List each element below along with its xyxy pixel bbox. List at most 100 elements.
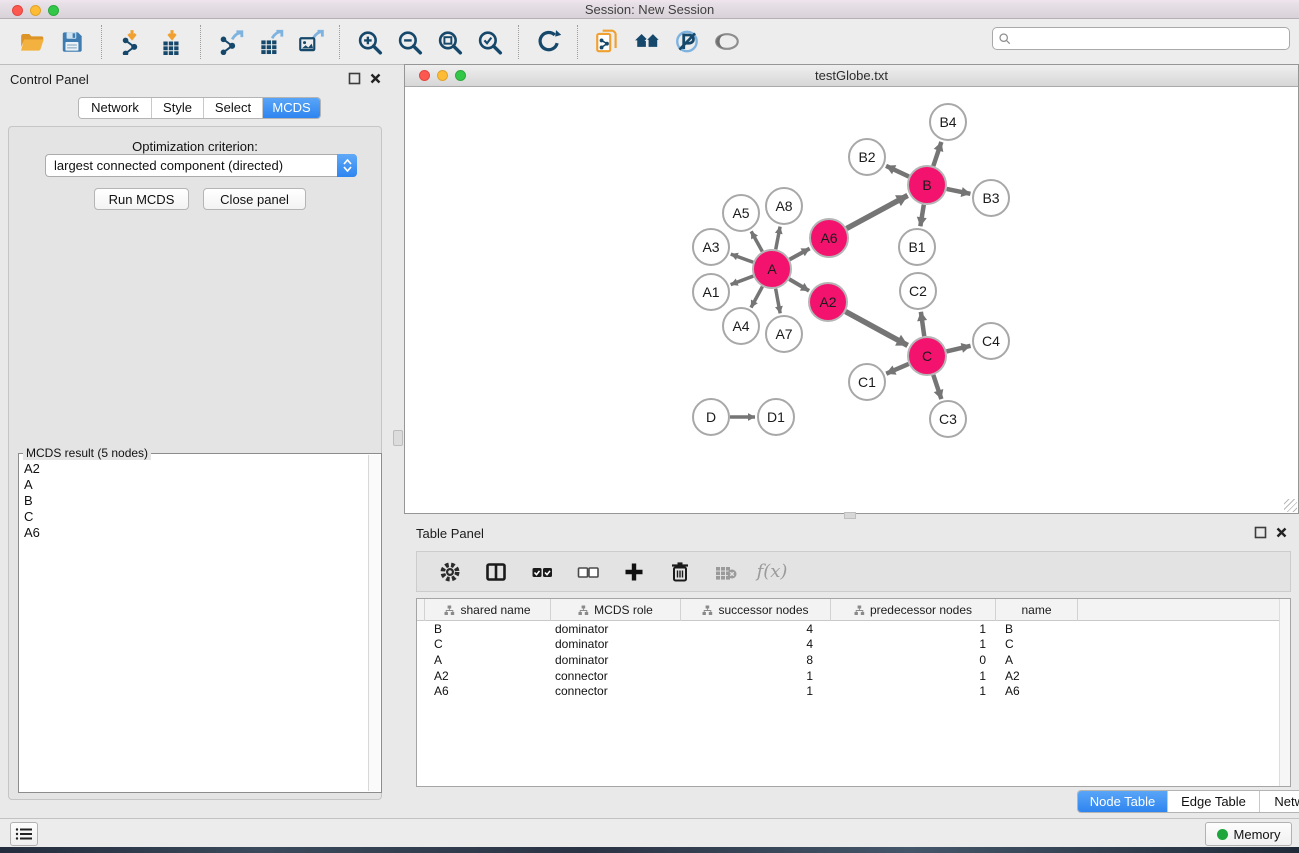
edge-A-A6[interactable] — [790, 249, 810, 260]
zoom-window-button[interactable] — [48, 5, 59, 16]
node-D[interactable]: D — [693, 399, 729, 435]
close-window-button[interactable] — [12, 5, 23, 16]
cell-MCDS-role[interactable]: connector — [551, 684, 681, 698]
zoom-selected-button[interactable] — [472, 25, 506, 59]
hide-selected-button[interactable] — [670, 25, 704, 59]
table-scrollbar[interactable] — [1279, 599, 1290, 786]
tab-style[interactable]: Style — [152, 98, 204, 118]
network-graph-canvas[interactable]: B4B2BB3A5A8A6B1A3AC2A1A2A4A7C4CC1DD1C3 — [405, 88, 1298, 513]
edge-A2-C[interactable] — [846, 312, 908, 346]
cell-predecessor-nodes[interactable]: 1 — [831, 637, 996, 651]
zoom-out-button[interactable] — [392, 25, 426, 59]
edge-A-A4[interactable] — [751, 287, 762, 308]
save-session-button[interactable] — [55, 25, 89, 59]
mcds-list-scrollbar[interactable] — [368, 455, 380, 791]
task-history-button[interactable] — [10, 822, 38, 846]
edge-A-A1[interactable] — [731, 276, 754, 285]
cell-predecessor-nodes[interactable]: 1 — [831, 622, 996, 636]
edge-A-A8[interactable] — [776, 227, 780, 250]
column-header-MCDS-role[interactable]: MCDS role — [551, 599, 681, 621]
mcds-result-item[interactable]: A2 — [24, 461, 365, 477]
node-C[interactable]: C — [908, 337, 946, 375]
import-table-button[interactable] — [154, 25, 188, 59]
cell-shared-name[interactable]: A — [425, 653, 551, 667]
node-D1[interactable]: D1 — [758, 399, 794, 435]
tab-select[interactable]: Select — [204, 98, 263, 118]
cell-shared-name[interactable]: C — [425, 637, 551, 651]
search-box[interactable] — [992, 27, 1290, 50]
node-B1[interactable]: B1 — [899, 229, 935, 265]
column-header-predecessor-nodes[interactable]: predecessor nodes — [831, 599, 996, 621]
cell-predecessor-nodes[interactable]: 1 — [831, 669, 996, 683]
node-A5[interactable]: A5 — [723, 195, 759, 231]
cell-predecessor-nodes[interactable]: 0 — [831, 653, 996, 667]
node-C1[interactable]: C1 — [849, 364, 885, 400]
zoom-in-button[interactable] — [352, 25, 386, 59]
node-A1[interactable]: A1 — [693, 274, 729, 310]
tab-node-table[interactable]: Node Table — [1078, 791, 1168, 812]
network-close-button[interactable] — [419, 70, 430, 81]
cell-name[interactable]: B — [996, 622, 1078, 636]
export-network-button[interactable] — [213, 25, 247, 59]
open-session-button[interactable] — [15, 25, 49, 59]
zoom-fit-button[interactable] — [432, 25, 466, 59]
cell-MCDS-role[interactable]: connector — [551, 669, 681, 683]
cell-name[interactable]: A6 — [996, 684, 1078, 698]
table-settings-button[interactable] — [433, 555, 467, 589]
node-C4[interactable]: C4 — [973, 323, 1009, 359]
first-neighbors-button[interactable] — [630, 25, 664, 59]
run-mcds-button[interactable]: Run MCDS — [94, 188, 189, 210]
edge-B-B4[interactable] — [933, 142, 941, 166]
memory-button[interactable]: Memory — [1205, 822, 1292, 846]
node-B[interactable]: B — [908, 166, 946, 204]
column-visibility-button[interactable] — [479, 555, 513, 589]
mcds-result-item[interactable]: A6 — [24, 525, 365, 541]
close-panel-button[interactable]: Close panel — [203, 188, 306, 210]
table-row[interactable]: A2connector11A2 — [417, 668, 1290, 684]
edge-A-A2[interactable] — [789, 279, 809, 291]
node-A4[interactable]: A4 — [723, 308, 759, 344]
node-A3[interactable]: A3 — [693, 229, 729, 265]
cell-successor-nodes[interactable]: 4 — [681, 637, 831, 651]
refresh-button[interactable] — [531, 25, 565, 59]
cell-successor-nodes[interactable]: 8 — [681, 653, 831, 667]
node-B3[interactable]: B3 — [973, 180, 1009, 216]
network-minimize-button[interactable] — [437, 70, 448, 81]
export-table-button[interactable] — [253, 25, 287, 59]
close-table-panel-button[interactable] — [1275, 526, 1288, 539]
cell-name[interactable]: A — [996, 653, 1078, 667]
cell-successor-nodes[interactable]: 4 — [681, 622, 831, 636]
edge-A-A3[interactable] — [731, 254, 753, 262]
edge-B-B2[interactable] — [886, 166, 909, 177]
add-column-button[interactable] — [617, 555, 651, 589]
float-table-panel-button[interactable] — [1254, 526, 1267, 539]
search-input[interactable] — [1015, 29, 1289, 48]
node-A[interactable]: A — [753, 250, 791, 288]
edge-C-C1[interactable] — [886, 364, 908, 374]
delete-column-button[interactable] — [663, 555, 697, 589]
cell-name[interactable]: A2 — [996, 669, 1078, 683]
tab-network-table[interactable]: Network Table — [1260, 791, 1299, 812]
edge-B-B3[interactable] — [947, 189, 971, 194]
new-network-from-selection-button[interactable] — [590, 25, 624, 59]
edge-C-C3[interactable] — [933, 375, 941, 399]
window-resize-grip[interactable] — [1284, 499, 1297, 512]
mcds-result-item[interactable]: B — [24, 493, 365, 509]
cell-predecessor-nodes[interactable]: 1 — [831, 684, 996, 698]
column-header-shared-name[interactable]: shared name — [425, 599, 551, 621]
export-image-button[interactable] — [293, 25, 327, 59]
cell-MCDS-role[interactable]: dominator — [551, 622, 681, 636]
panel-split-grip[interactable] — [393, 430, 403, 446]
mcds-result-item[interactable]: C — [24, 509, 365, 525]
network-zoom-button[interactable] — [455, 70, 466, 81]
close-panel-icon-button[interactable] — [369, 72, 382, 85]
deselect-all-button[interactable] — [571, 555, 605, 589]
tab-mcds[interactable]: MCDS — [263, 98, 320, 118]
minimize-window-button[interactable] — [30, 5, 41, 16]
edge-C-C4[interactable] — [946, 346, 970, 352]
horizontal-split-grip[interactable] — [844, 512, 856, 519]
column-header-successor-nodes[interactable]: successor nodes — [681, 599, 831, 621]
table-row[interactable]: Bdominator41B — [417, 621, 1290, 637]
mcds-result-list[interactable]: A2ABCA6 — [22, 457, 367, 789]
cell-MCDS-role[interactable]: dominator — [551, 637, 681, 651]
